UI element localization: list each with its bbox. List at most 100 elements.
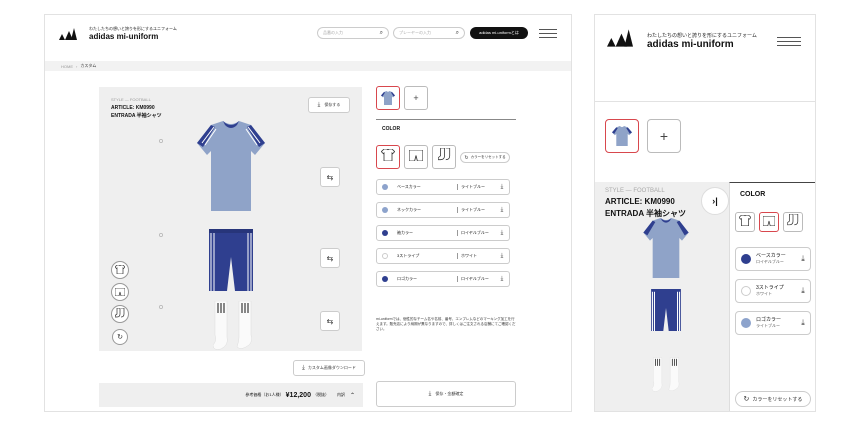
mobile-menu-icon[interactable] <box>777 37 801 47</box>
player-placeholder: プレーヤーの入力 <box>399 30 431 35</box>
color-swatch <box>382 230 388 236</box>
price-label: 参考価格（お1人様） <box>245 392 284 397</box>
part-shirt-button[interactable] <box>376 145 400 169</box>
mobile-color-swatch <box>741 254 751 264</box>
mobile-color-row-logo[interactable]: ロゴカラー ライトブルー ⤓ <box>735 311 811 335</box>
mobile-color-row-value: ライトブルー <box>756 323 780 328</box>
part-shorts-button[interactable] <box>404 145 428 169</box>
save-button[interactable]: ⤓ 保存する <box>308 97 350 113</box>
view-shirt-button[interactable] <box>111 261 129 279</box>
breadcrumb-separator: › <box>76 63 78 69</box>
mobile-article: ARTICLE: KM0990 <box>605 197 675 206</box>
mobile-add-icon: + <box>659 128 669 144</box>
part-shorts-icon <box>408 148 424 166</box>
color-swatch <box>382 276 388 282</box>
color-row-label: 袖カラー <box>397 230 413 235</box>
mobile-color-row-value: ロイヤルブルー <box>756 259 784 264</box>
confirm-download-icon: ⤓ <box>428 390 432 397</box>
color-row-label: ネックカラー <box>397 207 421 212</box>
search-input[interactable]: 品番の入力 ⌕ <box>317 27 389 39</box>
color-reset-label: カラーをリセットする <box>470 155 506 159</box>
download-image-button[interactable]: ⤓ カスタム画像ダウンロード <box>293 360 365 376</box>
color-reset-icon: ↻ <box>464 154 469 161</box>
search-placeholder: 品番の入力 <box>323 30 343 35</box>
color-row-download-icon[interactable]: ⤓ <box>495 184 509 191</box>
download-image-icon: ⤓ <box>302 364 305 371</box>
save-button-label: 保存する <box>324 102 341 107</box>
mobile-item-thumbnail-shirt[interactable] <box>605 119 639 153</box>
mobile-color-reset-button[interactable]: ↻ カラーをリセットする <box>735 391 811 407</box>
rotate-button[interactable]: ↻ <box>112 329 128 345</box>
product-name: ENTRADA 半袖シャツ <box>111 113 162 119</box>
color-row-value: ホワイト <box>457 253 495 259</box>
color-reset-button[interactable]: ↻ カラーをリセットする <box>460 152 510 163</box>
part-socks-button[interactable] <box>432 145 456 169</box>
mobile-part-shorts-button[interactable] <box>759 212 779 232</box>
color-row-stripes[interactable]: 3ストライプ ホワイト ⤓ <box>376 248 510 264</box>
mobile-part-socks-icon <box>786 213 799 231</box>
color-row-download-icon[interactable]: ⤓ <box>495 230 509 237</box>
mobile-color-row-download-icon[interactable]: ⤓ <box>796 286 810 296</box>
hotspot-jersey[interactable] <box>159 139 163 143</box>
confirm-button-label: 保存・金額確定 <box>435 391 464 396</box>
color-row-download-icon[interactable]: ⤓ <box>495 253 509 260</box>
mobile-color-swatch <box>741 286 751 296</box>
mobile-part-shirt-icon <box>738 213 752 231</box>
swap-socks-button[interactable]: ⇆ <box>320 311 340 331</box>
mobile-collapse-button[interactable]: ›| <box>701 187 729 215</box>
part-shirt-icon <box>380 148 396 166</box>
hotspot-socks[interactable] <box>159 305 163 309</box>
socks-image <box>212 300 253 356</box>
color-row-value: ライトブルー <box>457 184 495 190</box>
add-icon: + <box>413 93 419 103</box>
shirt-icon <box>114 261 126 279</box>
mobile-brand[interactable]: adidas mi-uniform <box>647 39 734 50</box>
expand-icon: ⌃ <box>349 392 355 399</box>
breadcrumb: HOME › カスタム <box>45 61 571 71</box>
mobile-adidas-logo-icon[interactable] <box>607 29 633 52</box>
color-row-base[interactable]: ベースカラー ライトブルー ⤓ <box>376 179 510 195</box>
menu-icon[interactable] <box>539 29 557 38</box>
confirm-button[interactable]: ⤓ 保存・金額確定 <box>376 381 516 407</box>
view-shorts-button[interactable] <box>111 283 129 301</box>
swap-shorts-button[interactable]: ⇆ <box>320 248 340 268</box>
color-row-neck[interactable]: ネックカラー ライトブルー ⤓ <box>376 202 510 218</box>
color-row-logo[interactable]: ロゴカラー ロイヤルブルー ⤓ <box>376 271 510 287</box>
about-button[interactable]: adidas mi-uniformとは <box>470 27 528 39</box>
mobile-jersey-image <box>643 218 689 283</box>
price-bar: 参考価格（お1人様） ¥12,200 （税抜） 内訳 ⌃ <box>99 383 363 407</box>
mobile-color-row-download-icon[interactable]: ⤓ <box>796 318 810 328</box>
part-socks-icon <box>437 147 451 166</box>
mobile-color-row-stripes[interactable]: 3ストライプ ホワイト ⤓ <box>735 279 811 303</box>
mobile-frame: わたしたちの想いと誇りを形にするユニフォーム adidas mi-uniform… <box>594 14 816 412</box>
adidas-logo-icon[interactable] <box>59 27 77 45</box>
color-row-value: ロイヤルブルー <box>457 230 495 236</box>
mobile-color-row-base[interactable]: ベースカラー ロイヤルブルー ⤓ <box>735 247 811 271</box>
hotspot-shorts[interactable] <box>159 233 163 237</box>
add-item-button[interactable]: + <box>404 86 428 110</box>
mobile-style: STYLE ― FOOTBALL <box>605 188 665 194</box>
product-style: STYLE ― FOOTBALL <box>111 97 151 102</box>
color-row-download-icon[interactable]: ⤓ <box>495 207 509 214</box>
mobile-add-item-button[interactable]: + <box>647 119 681 153</box>
marking-note: mi-uniformでは、個性的なチーム名や名前、番号、エンブレムなどのマーキン… <box>376 317 516 331</box>
view-socks-button[interactable] <box>111 305 129 323</box>
header-brand[interactable]: adidas mi-uniform <box>89 32 158 41</box>
mobile-color-row-download-icon[interactable]: ⤓ <box>796 254 810 264</box>
shorts-icon <box>114 283 126 301</box>
mobile-tagline: わたしたちの想いと誇りを形にするユニフォーム <box>647 33 757 39</box>
swap-jersey-button[interactable]: ⇆ <box>320 167 340 187</box>
color-row-download-icon[interactable]: ⤓ <box>495 276 509 283</box>
mobile-part-socks-button[interactable] <box>783 212 803 232</box>
mobile-part-shirt-button[interactable] <box>735 212 755 232</box>
price-breakdown-link[interactable]: 内訳 ⌃ <box>337 392 355 399</box>
breadcrumb-home[interactable]: HOME <box>61 64 73 69</box>
price-tax: （税抜） <box>312 392 329 397</box>
save-download-icon: ⤓ <box>317 101 321 108</box>
item-thumbnail-shirt[interactable] <box>376 86 400 110</box>
player-input[interactable]: プレーヤーの入力 ⌕ <box>393 27 465 39</box>
color-title: COLOR <box>382 126 401 132</box>
breadcrumb-current: カスタム <box>80 63 97 68</box>
color-row-sleeve[interactable]: 袖カラー ロイヤルブルー ⤓ <box>376 225 510 241</box>
mobile-shorts-image <box>651 289 681 336</box>
